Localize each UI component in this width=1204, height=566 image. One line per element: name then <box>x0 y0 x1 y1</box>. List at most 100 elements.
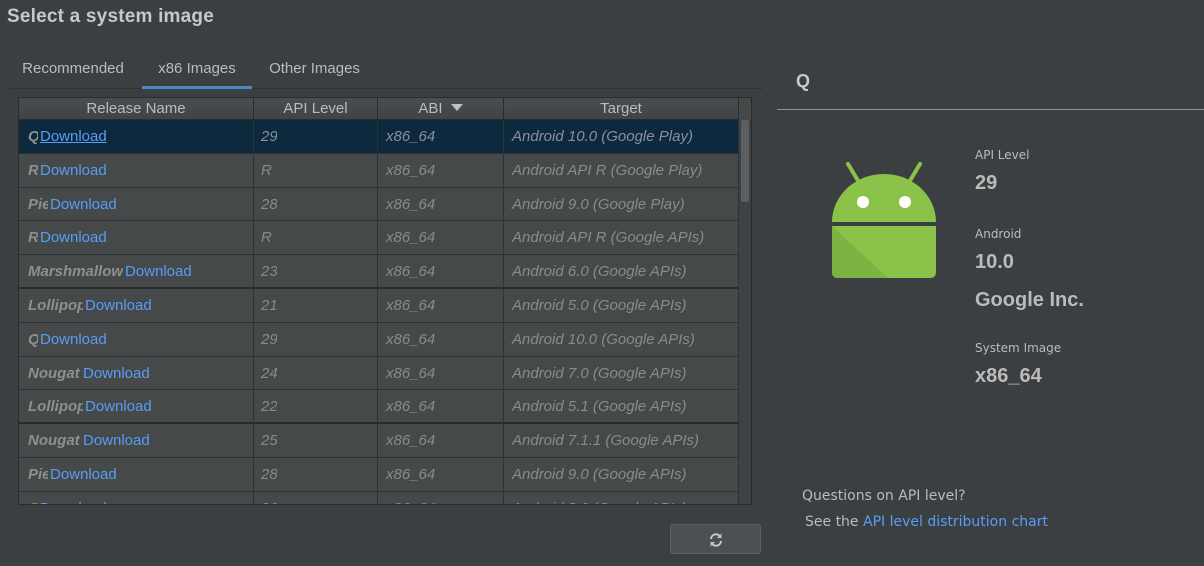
api-level-question: Questions on API level? <box>802 488 966 504</box>
cell-release-name: ODownload <box>19 491 254 504</box>
cell-api-level: 29 <box>254 322 378 356</box>
cell-abi: x86_64 <box>378 255 504 289</box>
cell-target: Android 9.0 (Google APIs) <box>504 457 739 491</box>
api-level-label: API Level <box>975 148 1030 162</box>
download-link[interactable]: Download <box>50 466 117 483</box>
vendor-value: Google Inc. <box>975 289 1084 311</box>
api-level: 28 <box>261 465 277 483</box>
cell-release-name: Nougat Download <box>19 424 254 458</box>
table-row[interactable]: LollipopDownload 21 x86_64 Android 5.0 (Goo… <box>19 288 739 323</box>
table-row[interactable]: Nougat Download 24 x86_64 Android 7.0 (Googl… <box>19 356 739 391</box>
cell-api-level: R <box>254 153 378 187</box>
api-level: 26 <box>261 492 277 504</box>
cell-api-level: 28 <box>254 187 378 221</box>
table-row[interactable]: Marshmallow Download 23 x86_64 Android 6.0 (… <box>19 255 739 289</box>
see-the-text: See the API level distribution chart <box>805 514 1048 530</box>
scrollbar-thumb[interactable] <box>741 120 749 202</box>
cell-abi: x86_64 <box>378 221 504 255</box>
download-link[interactable]: Download <box>50 196 117 213</box>
cell-target: Android API R (Google Play) <box>504 153 739 187</box>
cell-api-level: 24 <box>254 356 378 390</box>
cell-target: Android API R (Google APIs) <box>504 221 739 255</box>
download-link[interactable]: Download <box>83 365 150 382</box>
column-header-abi-label: ABI <box>418 100 443 117</box>
cell-release-name: LollipopDownload <box>19 390 254 424</box>
download-link[interactable]: Download <box>40 500 107 504</box>
cell-target: Android 9.0 (Google Play) <box>504 187 739 221</box>
api-level: R <box>261 161 272 179</box>
cell-api-level: 29 <box>254 120 378 153</box>
cell-release-name: PieDownload <box>19 457 254 491</box>
release-name: R <box>28 229 38 247</box>
download-link[interactable]: Download <box>40 128 107 145</box>
api-level: 22 <box>261 398 277 416</box>
column-header-release-name[interactable]: Release Name <box>19 98 254 120</box>
column-header-abi[interactable]: ABI <box>378 98 504 120</box>
cell-api-level: 26 <box>254 491 378 504</box>
refresh-button[interactable] <box>670 524 761 554</box>
cell-target: Android 10.0 (Google Play) <box>504 120 739 153</box>
cell-api-level: R <box>254 221 378 255</box>
system-image-value: x86_64 <box>975 365 1042 387</box>
table-body: QDownload29x86_64Android 10.0 (Google Pl… <box>19 120 739 504</box>
cell-release-name: QDownload <box>19 322 254 356</box>
table-row[interactable]: RDownload Rx86_64 Android API R (Google AP… <box>19 221 739 256</box>
release-name: O <box>28 492 38 504</box>
table-row[interactable]: Nougat Download 25 x86_64 Android 7.1.1 (Goo… <box>19 424 739 458</box>
release-name: Pie <box>28 195 48 213</box>
download-link[interactable]: Download <box>83 432 150 449</box>
system-image-table: Release Name API Level ABI Target QDownl… <box>18 97 752 505</box>
release-name: Lollipop <box>28 296 83 314</box>
table-row[interactable]: PieDownload 28 x86_64Android 9.0 (Google P… <box>19 187 739 222</box>
cell-release-name: RDownload <box>19 221 254 255</box>
release-name: R <box>28 161 38 179</box>
table-row[interactable]: LollipopDownload 22 x86_64 Android 5.1 (Goo… <box>19 390 739 425</box>
cell-release-name: PieDownload <box>19 187 254 221</box>
sort-descending-icon <box>450 103 463 111</box>
android-label: Android <box>975 227 1022 241</box>
api-level-value: 29 <box>975 172 998 194</box>
cell-abi: x86_64 <box>378 120 504 153</box>
cell-api-level: 23 <box>254 255 378 289</box>
table-row[interactable]: PieDownload 28 x86_64Android 9.0 (Google A… <box>19 457 739 492</box>
tab-recommended[interactable]: Recommended <box>13 55 133 89</box>
table-row[interactable]: ODownload 26 x86_64Android 8.0 (Google API… <box>19 491 739 504</box>
api-level: 29 <box>261 330 277 348</box>
download-link[interactable]: Download <box>40 229 107 246</box>
table-scrollbar[interactable] <box>739 120 751 504</box>
release-name: Nougat <box>28 432 80 450</box>
api-level-distribution-link[interactable]: API level distribution chart <box>863 514 1048 530</box>
cell-abi: x86_64 <box>378 457 504 491</box>
table-row[interactable]: RDownload Rx86_64 Android API R (Google Pl… <box>19 153 739 188</box>
release-name: Q <box>28 120 38 153</box>
cell-abi: x86_64 <box>378 187 504 221</box>
table-header: Release Name API Level ABI Target <box>19 98 739 120</box>
cell-target: Android 8.0 (Google APIs) <box>504 491 739 504</box>
download-link[interactable]: Download <box>85 398 152 415</box>
tab-x86-images[interactable]: x86 Images <box>142 55 252 89</box>
release-name: Nougat <box>28 364 80 382</box>
release-name: Pie <box>28 465 48 483</box>
cell-api-level: 28 <box>254 457 378 491</box>
api-level: 28 <box>261 195 277 213</box>
download-link[interactable]: Download <box>125 263 192 280</box>
download-link[interactable]: Download <box>40 331 107 348</box>
cell-target: Android 5.0 (Google APIs) <box>504 288 739 322</box>
release-name: Q <box>28 323 38 356</box>
tab-other-images[interactable]: Other Images <box>262 55 367 89</box>
api-level: R <box>261 229 272 247</box>
table-row[interactable]: QDownload 29 x86_64Android 10.0 (Google Pl… <box>19 120 739 154</box>
api-level: 25 <box>261 432 277 450</box>
see-the-prefix: See the <box>805 514 863 530</box>
cell-api-level: 25 <box>254 424 378 458</box>
table-row[interactable]: QDownload 29 x86_64Android 10.0 (Google AP… <box>19 322 739 357</box>
column-header-api-level[interactable]: API Level <box>254 98 378 120</box>
download-link[interactable]: Download <box>85 297 152 314</box>
cell-release-name: QDownload <box>19 120 254 153</box>
download-link[interactable]: Download <box>40 162 107 179</box>
column-header-target[interactable]: Target <box>504 98 739 120</box>
api-level: 24 <box>261 364 277 382</box>
cell-abi: x86_64 <box>378 322 504 356</box>
image-tabs: Recommended x86 Images Other Images <box>10 55 763 89</box>
release-name: Marshmallow <box>28 263 123 281</box>
